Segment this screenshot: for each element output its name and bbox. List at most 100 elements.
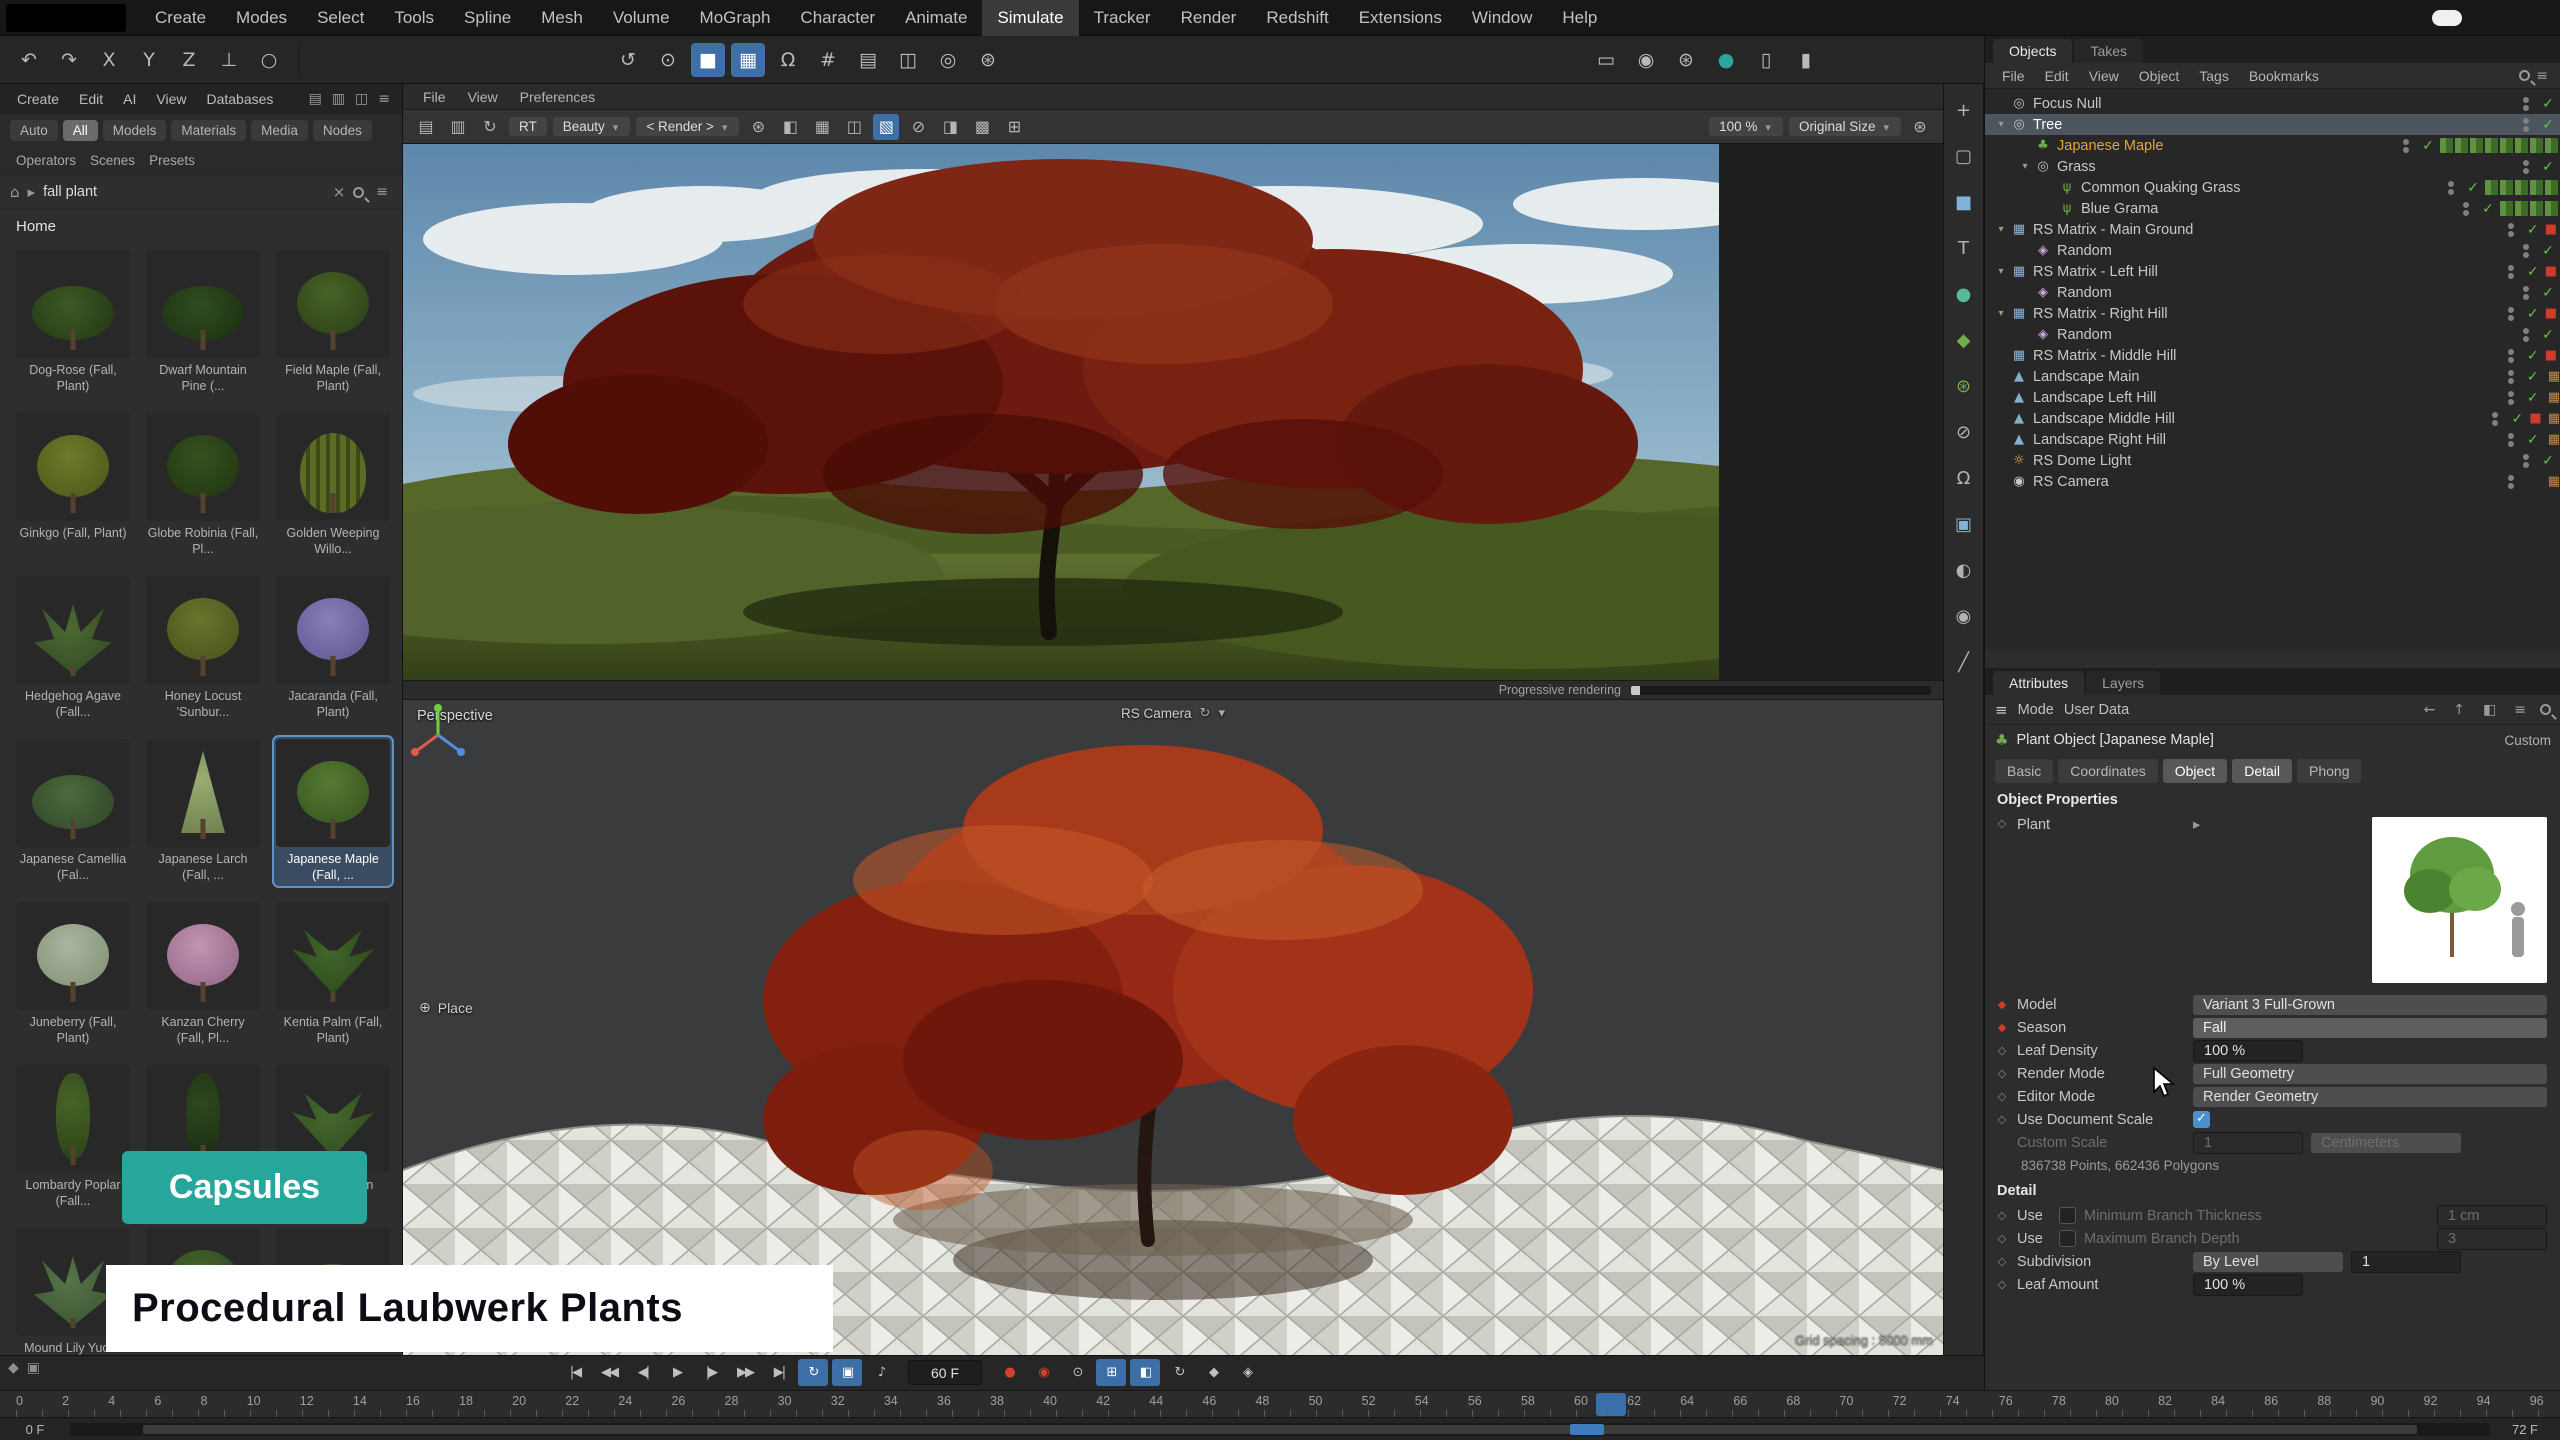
render-view-menu-item[interactable]: Preferences	[510, 89, 605, 105]
object-tags[interactable]	[2485, 180, 2560, 195]
gear-icon[interactable]: ⊛	[1948, 370, 1980, 402]
enable-check-icon[interactable]: ✓	[2463, 180, 2483, 196]
object-tree-row[interactable]: ▾ ◎ Grass ✓	[1985, 156, 2560, 177]
material-tags[interactable]	[2485, 180, 2560, 195]
expand-arrow-icon[interactable]: ▾	[1993, 266, 2009, 277]
menu-item[interactable]: Create	[140, 0, 221, 36]
search-icon[interactable]	[353, 187, 364, 198]
section-tab[interactable]: Coordinates	[2058, 759, 2158, 783]
material-tags[interactable]	[2500, 201, 2560, 216]
plant-preview-image[interactable]: Japanese Maple (Acer palmatum)	[2372, 817, 2547, 983]
keyframe-dot-icon[interactable]: ◇	[1995, 1067, 2009, 1080]
orbit-icon[interactable]: ↺	[611, 43, 645, 77]
object-name[interactable]: Landscape Middle Hill	[2033, 411, 2175, 427]
plant-expand-icon[interactable]: ▸	[2193, 817, 2200, 833]
object-name[interactable]: Grass	[2057, 159, 2096, 175]
view-grid-icon[interactable]: ▤	[305, 91, 326, 107]
keyframe-dot-icon[interactable]: ◇	[1995, 1044, 2009, 1057]
gear-icon[interactable]: ⊛	[745, 114, 771, 140]
object-search-icon[interactable]	[2519, 70, 2530, 81]
object-tree-row[interactable]: ◈ Random ✓	[1985, 324, 2560, 345]
asset-thumbnail[interactable]: Ginkgo (Fall, Plant)	[14, 411, 132, 560]
subdivision-value-field[interactable]: 1	[2351, 1251, 2461, 1273]
next-frame-icon[interactable]: |▶	[696, 1359, 726, 1386]
enable-check-icon[interactable]: ✓	[2507, 411, 2527, 427]
subdivision-mode-dropdown[interactable]: By Level	[2193, 1252, 2343, 1272]
attribute-menu-icon[interactable]: ≡	[1995, 701, 2008, 719]
use-checkbox[interactable]	[2059, 1230, 2076, 1247]
object-tree-row[interactable]: ▾ ▦ RS Matrix - Right Hill ✓	[1985, 303, 2560, 324]
object-manager-menu-item[interactable]: File	[1993, 68, 2034, 84]
render-result-canvas[interactable]	[403, 144, 1943, 680]
grid-snap-icon[interactable]: ▦	[731, 43, 765, 77]
object-tags[interactable]	[2545, 390, 2560, 405]
autokey-icon[interactable]: ◉	[1028, 1359, 1058, 1386]
visibility-dots[interactable]	[2514, 97, 2538, 111]
restrict-icon[interactable]: ⊘	[1948, 416, 1980, 448]
object-manager-menu-item[interactable]: View	[2080, 68, 2128, 84]
enable-check-icon[interactable]: ✓	[2418, 138, 2438, 154]
capsule-icon[interactable]: ◎	[931, 43, 965, 77]
record-icon[interactable]: ●	[994, 1359, 1024, 1386]
menu-item[interactable]: Redshift	[1251, 0, 1343, 36]
panel-layout-icon[interactable]: ◫	[351, 91, 372, 107]
render-button-icon[interactable]: ◉	[1629, 43, 1663, 77]
object-name[interactable]: RS Matrix - Main Ground	[2033, 222, 2193, 238]
menu-item[interactable]: Animate	[890, 0, 982, 36]
asset-thumbnail[interactable]: Honey Locust 'Sunbur...	[144, 574, 262, 723]
attribute-value[interactable]: Fall	[2193, 1018, 2547, 1038]
menu-item[interactable]: Character	[785, 0, 890, 36]
axis-gizmo[interactable]	[403, 700, 473, 770]
model-mode-icon[interactable]: ■	[691, 43, 725, 77]
timeline-ruler[interactable]: 0 2 4 6 8 10 12 14 16 18 20 22 24 26 28	[0, 1390, 2560, 1417]
section-tab[interactable]: Phong	[2297, 759, 2361, 783]
enable-check-icon[interactable]: ✓	[2538, 96, 2558, 112]
visibility-dots[interactable]	[2499, 307, 2523, 321]
menu-item[interactable]: Spline	[449, 0, 526, 36]
render-view-gear-icon[interactable]: ⊛	[1907, 114, 1933, 140]
visibility-dots[interactable]	[2499, 391, 2523, 405]
goto-end-icon[interactable]: ▶|	[764, 1359, 794, 1386]
object-name[interactable]: Japanese Maple	[2057, 138, 2163, 154]
settings-gear-icon[interactable]: ⊛	[971, 43, 1005, 77]
view-list-icon[interactable]: ▥	[328, 91, 349, 107]
asset-thumbnail[interactable]: Lombardy Poplar (Fall...	[14, 1063, 132, 1212]
object-tags[interactable]	[2545, 264, 2560, 279]
section-tab[interactable]: Basic	[1995, 759, 2053, 783]
visibility-dots[interactable]	[2499, 265, 2523, 279]
lock-icon[interactable]: ◧	[777, 114, 803, 140]
object-name[interactable]: Blue Grama	[2081, 201, 2158, 217]
enable-check-icon[interactable]: ✓	[2523, 369, 2543, 385]
keyframe-dot-icon[interactable]: ◆	[1995, 998, 2009, 1011]
use-document-scale-checkbox[interactable]	[2193, 1111, 2210, 1128]
current-frame-field[interactable]	[908, 1360, 982, 1385]
ghost-icon[interactable]: ▣	[832, 1359, 862, 1386]
save-image-icon[interactable]: ▤	[413, 114, 439, 140]
attribute-value[interactable]: Render Geometry	[2193, 1087, 2547, 1107]
detail-value-field[interactable]: 1 cm	[2437, 1205, 2547, 1227]
object-manager-menu-item[interactable]: Edit	[2036, 68, 2078, 84]
filter-chip[interactable]: Media	[251, 120, 308, 141]
home-icon[interactable]: ⌂	[10, 183, 20, 201]
tab-attributes[interactable]: Attributes	[1993, 671, 2084, 695]
object-name[interactable]: RS Matrix - Left Hill	[2033, 264, 2158, 280]
timeline-marker-icon[interactable]: ▣	[27, 1360, 40, 1376]
object-tree-row[interactable]: ▲ Landscape Left Hill ✓	[1985, 387, 2560, 408]
object-tree-row[interactable]: ◈ Random ✓	[1985, 282, 2560, 303]
menu-item[interactable]: Simulate	[982, 0, 1078, 36]
undo-icon[interactable]: ↶	[12, 43, 46, 77]
camera-strip-icon[interactable]: ◉	[1948, 600, 1980, 632]
magnet-snap-icon[interactable]: Ω	[771, 43, 805, 77]
snapshot-icon[interactable]: ⊞	[1001, 114, 1027, 140]
object-name[interactable]: Tree	[2033, 117, 2062, 133]
image-history-icon[interactable]: ▥	[445, 114, 471, 140]
viewport-camera-label[interactable]: RS Camera ↻ ▾	[1121, 706, 1225, 721]
object-filter-icon[interactable]: ≡	[2532, 68, 2552, 84]
object-tags[interactable]	[2545, 369, 2560, 384]
filter-chip[interactable]: All	[63, 120, 98, 141]
timeline-key-icon[interactable]: ◆	[8, 1360, 19, 1376]
object-tree-row[interactable]: ▾ ▦ RS Matrix - Left Hill ✓	[1985, 261, 2560, 282]
render-view-menu-item[interactable]: View	[458, 89, 508, 105]
object-name[interactable]: RS Matrix - Right Hill	[2033, 306, 2168, 322]
object-tags[interactable]	[2440, 138, 2560, 153]
